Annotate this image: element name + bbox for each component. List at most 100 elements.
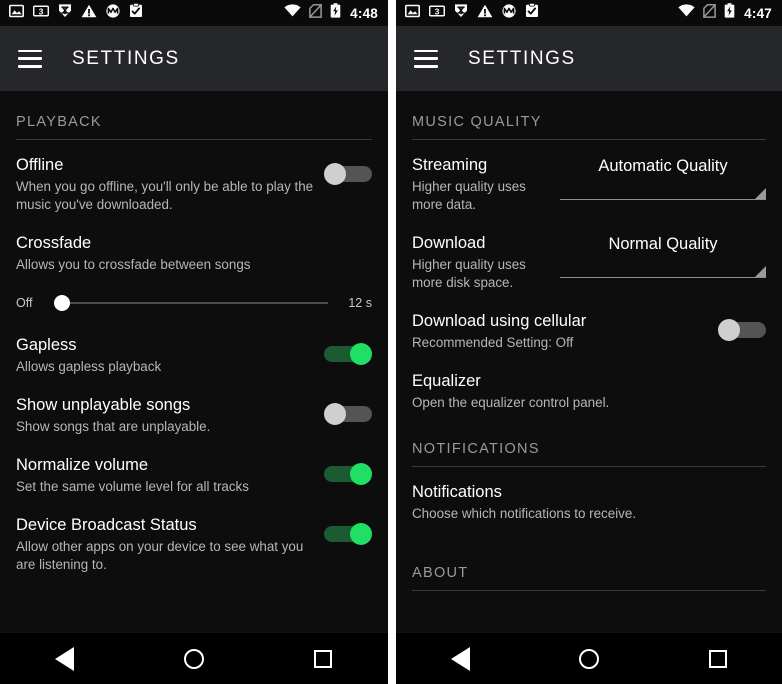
setting-row-show-unplayable-songs[interactable]: Show unplayable songs Show songs that ar…	[16, 382, 372, 442]
setting-title: Offline	[16, 156, 64, 174]
offline-toggle[interactable]	[324, 163, 372, 185]
battery-charging-icon	[724, 3, 735, 23]
crossfade-slider-row[interactable]: Off 12 s	[16, 280, 372, 322]
warning-icon	[81, 4, 97, 23]
setting-row-crossfade[interactable]: Crossfade Allows you to crossfade betwee…	[16, 220, 372, 280]
settings-list-playback: PLAYBACK Offline When you go offline, yo…	[0, 91, 388, 632]
normalize-volume-toggle[interactable]	[324, 463, 372, 485]
setting-row-download-using-cellular[interactable]: Download using cellular Recommended Sett…	[412, 298, 766, 358]
setting-row-notifications[interactable]: Notifications Choose which notifications…	[412, 469, 766, 529]
row-text: Device Broadcast Status Allow other apps…	[16, 515, 324, 574]
row-text: Normalize volume Set the same volume lev…	[16, 455, 324, 496]
section-header-playback: PLAYBACK	[16, 91, 372, 140]
clipboard-check-icon	[525, 2, 539, 23]
setting-row-equalizer[interactable]: Equalizer Open the equalizer control pan…	[412, 358, 766, 418]
section-header-music-quality: MUSIC QUALITY	[412, 91, 766, 140]
setting-subtitle: Recommended Setting: Off	[412, 335, 574, 350]
row-text: Show unplayable songs Show songs that ar…	[16, 395, 324, 436]
home-icon	[578, 648, 599, 669]
back-icon	[450, 646, 470, 671]
no-sim-icon	[703, 3, 717, 23]
setting-row-normalize-volume[interactable]: Normalize volume Set the same volume lev…	[16, 442, 372, 502]
nav-home-button[interactable]	[164, 639, 224, 679]
gapless-toggle[interactable]	[324, 343, 372, 365]
setting-title: Equalizer	[412, 372, 481, 390]
setting-subtitle: Allows you to crossfade between songs	[16, 257, 251, 272]
nav-back-button[interactable]	[430, 639, 490, 679]
setting-subtitle: Allow other apps on your device to see w…	[16, 539, 304, 572]
photo-icon	[405, 4, 420, 23]
do-not-disturb-icon	[58, 3, 72, 23]
battery-charging-icon	[330, 3, 341, 23]
nav-back-button[interactable]	[35, 639, 95, 679]
wifi-icon	[284, 4, 301, 22]
wifi-icon	[678, 4, 695, 22]
status-bar-right-icons: 4:48	[284, 3, 378, 23]
toggle-thumb	[350, 343, 372, 365]
setting-row-download[interactable]: Download Higher quality uses more disk s…	[412, 220, 766, 298]
counter-3-icon: 3	[428, 4, 446, 23]
setting-subtitle: Set the same volume level for all tracks	[16, 479, 249, 494]
status-bar-clock: 4:48	[350, 5, 378, 21]
setting-title: Notifications	[412, 483, 502, 501]
setting-row-streaming[interactable]: Streaming Higher quality uses more data.…	[412, 142, 766, 220]
page-title: SETTINGS	[468, 47, 576, 69]
row-text: Download Higher quality uses more disk s…	[412, 233, 560, 292]
status-bar-left-icons: 3	[405, 2, 539, 23]
hamburger-menu-icon[interactable]	[18, 49, 42, 68]
recents-icon	[708, 649, 727, 668]
toggle-thumb	[718, 319, 740, 341]
status-bar: 3	[0, 0, 388, 26]
chevron-down-icon	[755, 266, 766, 277]
back-icon	[55, 646, 75, 671]
device-broadcast-status-toggle[interactable]	[324, 523, 372, 545]
no-sim-icon	[309, 3, 323, 23]
nav-recents-button[interactable]	[688, 639, 748, 679]
setting-subtitle: Show songs that are unplayable.	[16, 419, 211, 434]
setting-row-offline[interactable]: Offline When you go offline, you'll only…	[16, 142, 372, 220]
setting-title: Show unplayable songs	[16, 396, 191, 414]
download-quality-dropdown[interactable]: Normal Quality	[560, 235, 766, 278]
android-nav-bar	[0, 632, 388, 684]
section-header-about: ABOUT	[412, 529, 766, 591]
page-title: SETTINGS	[72, 47, 180, 69]
crossfade-slider[interactable]	[54, 294, 328, 312]
counter-3-icon: 3	[32, 4, 50, 23]
show-unplayable-songs-toggle[interactable]	[324, 403, 372, 425]
svg-text:3: 3	[435, 6, 440, 16]
settings-list-quality: MUSIC QUALITY Streaming Higher quality u…	[396, 91, 782, 632]
setting-title: Device Broadcast Status	[16, 516, 197, 534]
streaming-quality-dropdown[interactable]: Automatic Quality	[560, 157, 766, 200]
home-icon	[183, 648, 204, 669]
slider-thumb[interactable]	[54, 295, 70, 311]
section-header-notifications: NOTIFICATIONS	[412, 418, 766, 467]
status-bar: 3	[396, 0, 782, 26]
chevron-down-icon	[755, 188, 766, 199]
clipboard-check-icon	[129, 2, 143, 23]
download-using-cellular-toggle[interactable]	[718, 319, 766, 341]
dropdown-value: Automatic Quality	[598, 157, 728, 175]
setting-row-gapless[interactable]: Gapless Allows gapless playback	[16, 322, 372, 382]
hamburger-menu-icon[interactable]	[414, 49, 438, 68]
right-phone-screen: 3 4:47 SETTINGS MUSIC QUALITY Streaming …	[396, 0, 782, 684]
row-text: Streaming Higher quality uses more data.	[412, 155, 560, 214]
setting-subtitle: When you go offline, you'll only be able…	[16, 179, 314, 212]
app-bar: SETTINGS	[396, 26, 782, 91]
setting-title: Download using cellular	[412, 312, 587, 330]
setting-subtitle: Higher quality uses more data.	[412, 179, 526, 212]
do-not-disturb-icon	[454, 3, 468, 23]
row-text: Download using cellular Recommended Sett…	[412, 311, 718, 352]
setting-title: Streaming	[412, 156, 488, 174]
row-text: Notifications Choose which notifications…	[412, 482, 766, 523]
setting-row-device-broadcast-status[interactable]: Device Broadcast Status Allow other apps…	[16, 502, 372, 580]
slider-min-label: Off	[16, 296, 33, 310]
dual-screenshot-container: 3 4:48 SETTINGS PLAYBACK Offline When yo…	[0, 0, 782, 684]
setting-title: Download	[412, 234, 486, 252]
status-bar-left-icons: 3	[9, 2, 143, 23]
nav-home-button[interactable]	[559, 639, 619, 679]
status-bar-clock: 4:47	[744, 5, 772, 21]
dropdown-underline	[560, 277, 766, 278]
nav-recents-button[interactable]	[293, 639, 353, 679]
toggle-thumb	[350, 523, 372, 545]
toggle-thumb	[324, 403, 346, 425]
